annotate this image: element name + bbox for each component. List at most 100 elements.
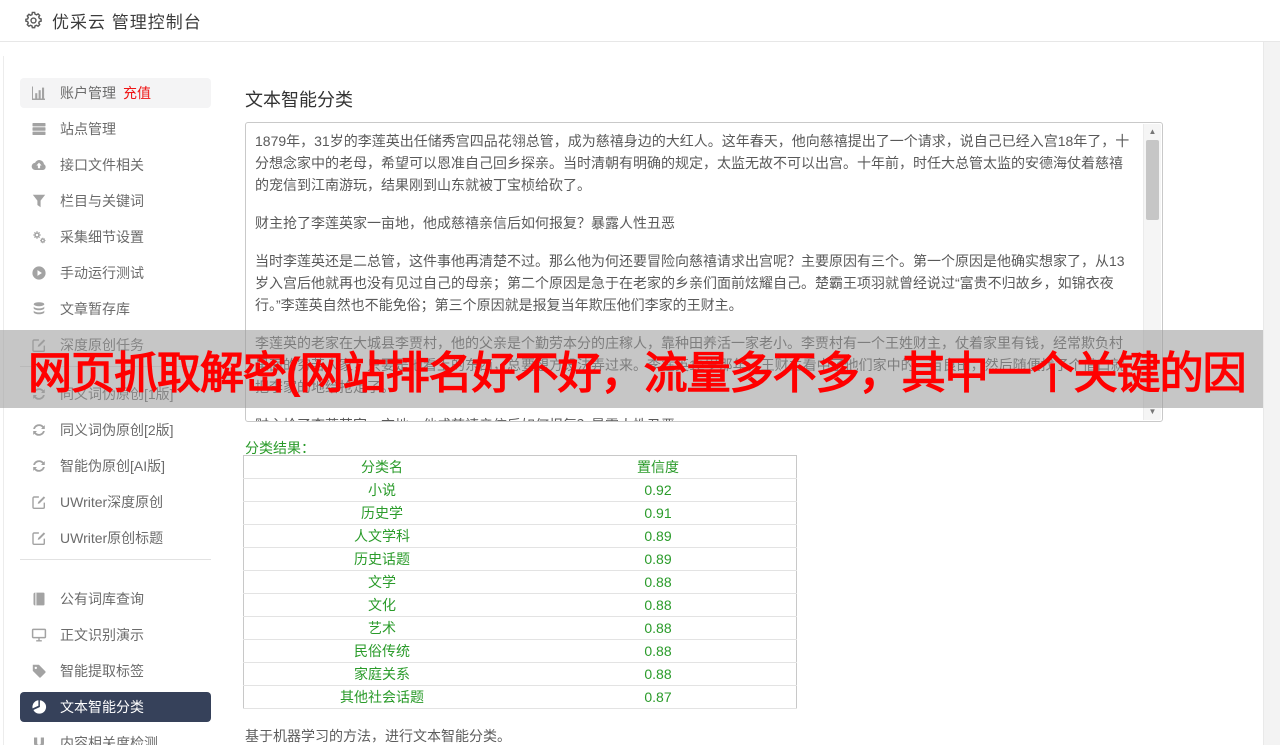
sidebar-item-label: 账户管理 <box>60 85 116 101</box>
category-cell: 小说 <box>243 478 520 502</box>
database-icon <box>31 301 47 317</box>
book-icon <box>31 591 47 607</box>
sidebar-item-content-recognition-demo[interactable]: 正文识别演示 <box>20 620 211 650</box>
category-cell: 文学 <box>243 570 520 594</box>
edit-icon <box>31 530 47 546</box>
table-header-row: 分类名 置信度 <box>243 455 797 479</box>
classification-table: 分类名 置信度 小说 0.92 历史学 0.91 人文学科 0.89 历史话题 0.89 文学 0… <box>243 455 797 709</box>
monitor-icon <box>31 627 47 643</box>
sidebar-item-columns-keywords[interactable]: 栏目与关键词 <box>20 186 211 216</box>
confidence-cell: 0.91 <box>520 501 797 525</box>
gears-icon <box>31 229 47 245</box>
server-icon <box>31 121 47 137</box>
table-row: 文学 0.88 <box>243 570 797 594</box>
sidebar-item-label: 内容相关度检测 <box>60 735 158 745</box>
sidebar-item-label: UWriter原创标题 <box>60 530 164 546</box>
scrollbar-thumb[interactable] <box>1146 140 1159 220</box>
table-row: 家庭关系 0.88 <box>243 662 797 686</box>
pie-chart-icon <box>31 699 47 715</box>
sidebar-item-content-relevance-check[interactable]: 内容相关度检测 <box>20 728 211 745</box>
category-cell: 历史话题 <box>243 547 520 571</box>
paragraph: 财主抢了李莲英家一亩地，他成慈禧亲信后如何报复？暴露人性丑恶 <box>255 414 1136 421</box>
table-row: 艺术 0.88 <box>243 616 797 640</box>
table-row: 人文学科 0.89 <box>243 524 797 548</box>
paragraph: 1879年，31岁的李莲英出任储秀宫四品花翎总管，成为慈禧身边的大红人。这年春天… <box>255 133 1130 193</box>
footnote-text: 基于机器学习的方法，进行文本智能分类。 <box>245 728 511 744</box>
category-cell: 民俗传统 <box>243 639 520 663</box>
sidebar-item-public-lexicon-query[interactable]: 公有词库查询 <box>20 584 211 614</box>
category-cell: 艺术 <box>243 616 520 640</box>
sidebar-item-label: 采集细节设置 <box>60 229 144 245</box>
table-row: 小说 0.92 <box>243 478 797 502</box>
category-cell: 历史学 <box>243 501 520 525</box>
paragraph: 当时李莲英还是二总管，这件事他再清楚不过。那么他为何还要冒险向慈禧请求出宫呢？主… <box>255 253 1125 313</box>
sidebar-item-label: 智能伪原创[AI版] <box>60 458 166 474</box>
tag-icon <box>31 663 47 679</box>
sidebar-item-label: 栏目与关键词 <box>60 193 144 209</box>
table-row: 民俗传统 0.88 <box>243 639 797 663</box>
bar-chart-icon <box>31 85 47 101</box>
column-header-category: 分类名 <box>243 455 520 479</box>
cloud-upload-icon <box>31 157 47 173</box>
category-cell: 文化 <box>243 593 520 617</box>
watermark-banner: 网页抓取解密(网站排名好不好，流量多不多，其中一个关键的因 <box>0 330 1263 408</box>
refresh-icon <box>31 422 47 438</box>
confidence-cell: 0.88 <box>520 570 797 594</box>
category-cell: 其他社会话题 <box>243 685 520 709</box>
paragraph: 财主抢了李莲英家一亩地，他成慈禧亲信后如何报复？暴露人性丑恶 <box>255 215 675 231</box>
app-title: 优采云 管理控制台 <box>52 13 202 32</box>
confidence-cell: 0.88 <box>520 662 797 686</box>
recharge-badge[interactable]: 充值 <box>123 83 151 103</box>
confidence-cell: 0.89 <box>520 547 797 571</box>
sidebar-item-account-management[interactable]: 账户管理 充值 <box>20 78 211 108</box>
sidebar-item-label: 接口文件相关 <box>60 157 144 173</box>
sidebar-item-label: 智能提取标签 <box>60 663 144 679</box>
watermark-text: 网页抓取解密(网站排名好不好，流量多不多，其中一个关键的因 <box>28 349 1247 398</box>
magnet-icon <box>31 735 47 745</box>
table-row: 其他社会话题 0.87 <box>243 685 797 709</box>
sidebar-item-label: 站点管理 <box>60 121 116 137</box>
table-row: 文化 0.88 <box>243 593 797 617</box>
sidebar-item-synonym-rewrite-v2[interactable]: 同义词伪原创[2版] <box>20 415 211 445</box>
sidebar-item-label: 同义词伪原创[2版] <box>60 422 174 438</box>
app-header: 优采云 管理控制台 <box>0 0 1280 42</box>
sidebar-item-uwriter-original-title[interactable]: UWriter原创标题 <box>20 523 211 553</box>
confidence-cell: 0.88 <box>520 616 797 640</box>
sidebar-item-label: 文本智能分类 <box>60 699 144 715</box>
sidebar-item-manual-run-test[interactable]: 手动运行测试 <box>20 258 211 288</box>
sidebar-item-label: 正文识别演示 <box>60 627 144 643</box>
scroll-up-icon[interactable]: ▲ <box>1144 125 1161 139</box>
table-row: 历史话题 0.89 <box>243 547 797 571</box>
category-cell: 家庭关系 <box>243 662 520 686</box>
sidebar-item-ai-rewrite[interactable]: 智能伪原创[AI版] <box>20 451 211 481</box>
sidebar-item-article-staging[interactable]: 文章暂存库 <box>20 294 211 324</box>
confidence-cell: 0.87 <box>520 685 797 709</box>
sidebar-item-label: 手动运行测试 <box>60 265 144 281</box>
confidence-cell: 0.89 <box>520 524 797 548</box>
refresh-icon <box>31 458 47 474</box>
table-row: 历史学 0.91 <box>243 501 797 525</box>
filter-icon <box>31 193 47 209</box>
sidebar-item-text-classification[interactable]: 文本智能分类 <box>20 692 211 722</box>
sidebar-item-label: 公有词库查询 <box>60 591 144 607</box>
play-circle-icon <box>31 265 47 281</box>
gear-icon <box>24 11 43 30</box>
page-scrollbar[interactable] <box>1263 42 1280 745</box>
column-header-confidence: 置信度 <box>520 455 797 479</box>
sidebar-item-uwriter-deep-original[interactable]: UWriter深度原创 <box>20 487 211 517</box>
sidebar-item-site-management[interactable]: 站点管理 <box>20 114 211 144</box>
category-cell: 人文学科 <box>243 524 520 548</box>
app-window: 优采云 管理控制台 账户管理 充值站点管理接口文件相关 栏目与关键词 采集细节设置 手动… <box>0 0 1280 745</box>
confidence-cell: 0.92 <box>520 478 797 502</box>
sidebar-item-smart-tag-extraction[interactable]: 智能提取标签 <box>20 656 211 686</box>
sidebar-item-interface-files[interactable]: 接口文件相关 <box>20 150 211 180</box>
sidebar-item-label: 文章暂存库 <box>60 301 130 317</box>
sidebar-divider <box>20 559 211 560</box>
page-title: 文本智能分类 <box>245 90 353 110</box>
confidence-cell: 0.88 <box>520 639 797 663</box>
sidebar-item-collection-settings[interactable]: 采集细节设置 <box>20 222 211 252</box>
edit-icon <box>31 494 47 510</box>
sidebar-item-label: UWriter深度原创 <box>60 494 164 510</box>
sidebar-nav: 账户管理充值站点管理接口文件相关栏目与关键词采集细节设置手动运行测试文章暂存库深… <box>20 78 211 745</box>
confidence-cell: 0.88 <box>520 593 797 617</box>
